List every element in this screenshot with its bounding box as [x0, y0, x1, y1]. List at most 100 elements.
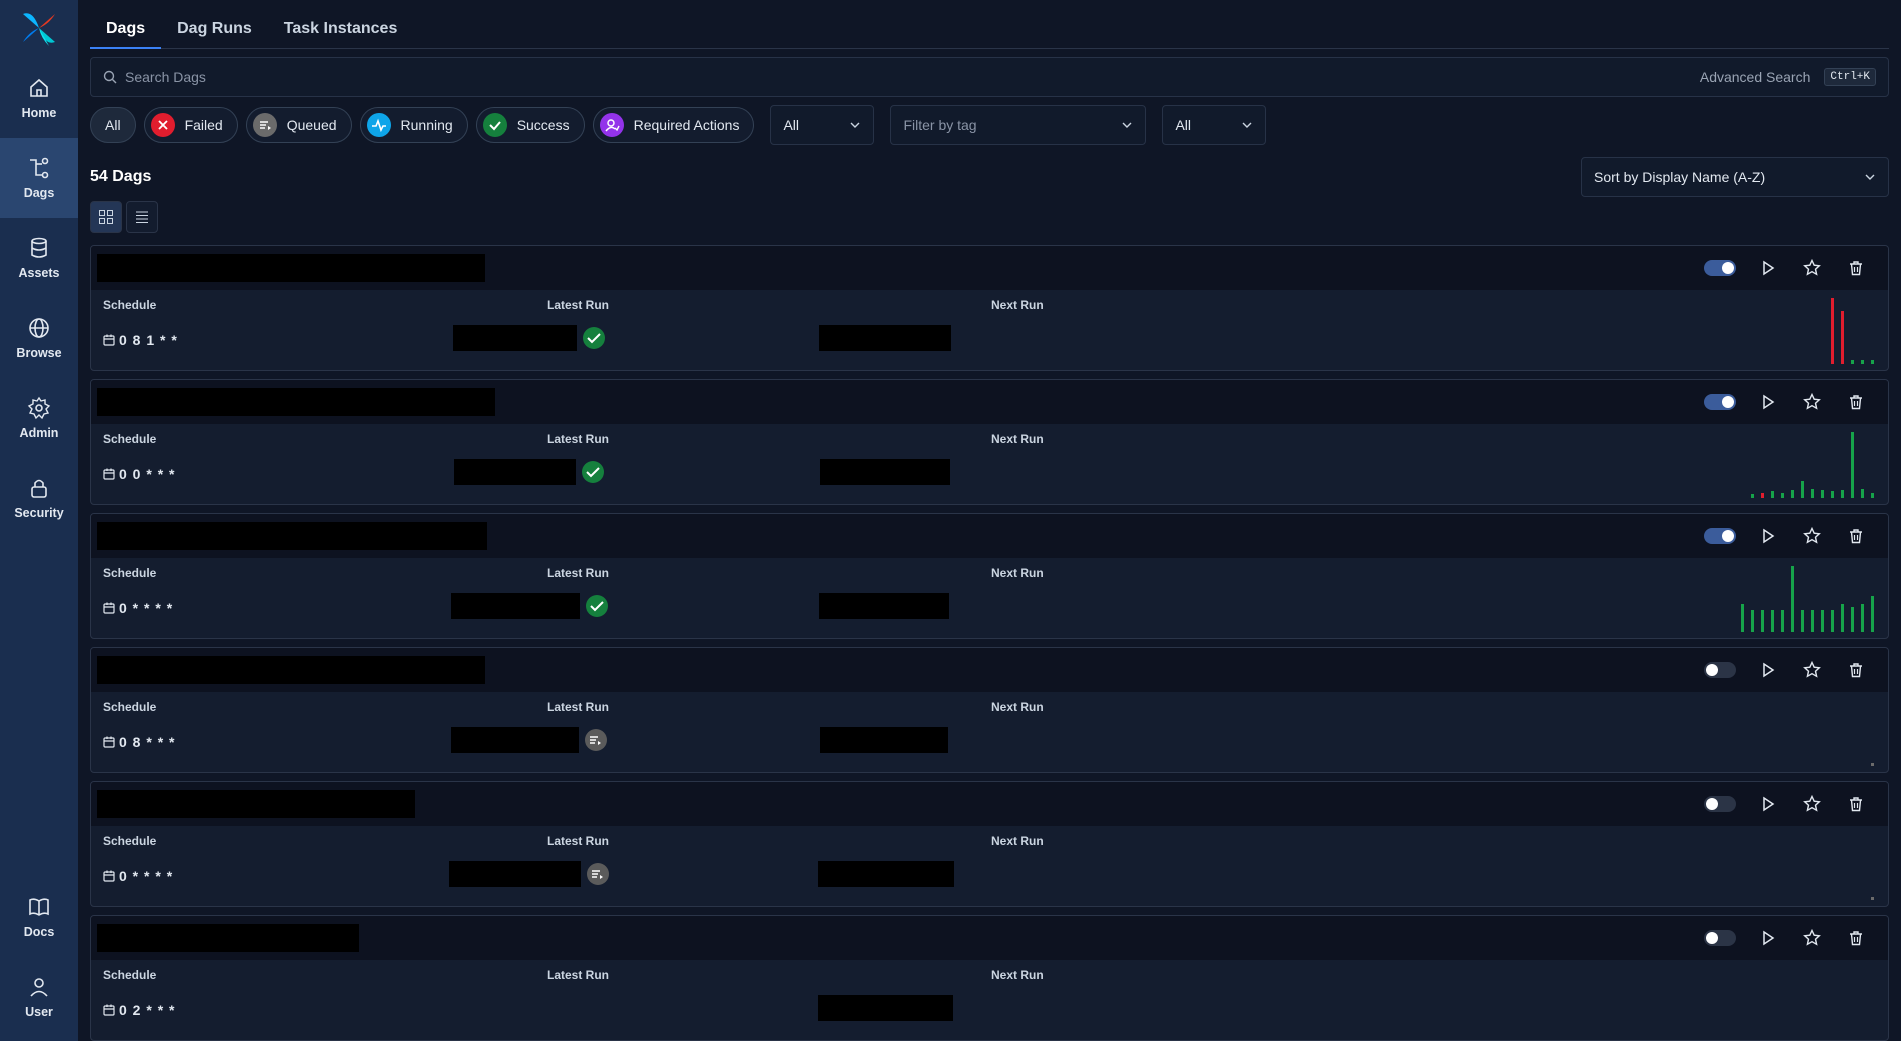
delete-button[interactable]: [1844, 792, 1868, 816]
tag-filter[interactable]: Filter by tag: [890, 105, 1147, 145]
favorite-button[interactable]: [1800, 390, 1824, 414]
favorite-button[interactable]: [1800, 792, 1824, 816]
redacted-next-run[interactable]: [818, 995, 953, 1021]
sidebar-item-docs[interactable]: Docs: [0, 877, 78, 957]
redacted-dag-name[interactable]: [97, 656, 485, 684]
pause-toggle[interactable]: [1704, 662, 1736, 678]
redacted-dag-name[interactable]: [97, 254, 485, 282]
redacted-next-run[interactable]: [820, 459, 950, 485]
favorite-button[interactable]: [1800, 926, 1824, 950]
run-bar[interactable]: [1861, 489, 1864, 498]
redacted-dag-name[interactable]: [97, 924, 359, 952]
run-bar[interactable]: [1741, 604, 1744, 632]
trigger-button[interactable]: [1756, 792, 1780, 816]
run-bar[interactable]: [1751, 610, 1754, 632]
redacted-latest-run[interactable]: [449, 861, 581, 887]
delete-button[interactable]: [1844, 390, 1868, 414]
run-bar[interactable]: [1841, 311, 1844, 364]
run-bar[interactable]: [1801, 610, 1804, 632]
tab-dag-runs[interactable]: Dag Runs: [161, 20, 268, 48]
run-bar[interactable]: [1861, 604, 1864, 632]
run-bar[interactable]: [1771, 610, 1774, 632]
run-bar[interactable]: [1791, 566, 1794, 632]
sidebar-item-admin[interactable]: Admin: [0, 378, 78, 458]
pause-toggle[interactable]: [1704, 394, 1736, 410]
redacted-next-run[interactable]: [820, 727, 948, 753]
filter-running[interactable]: Running: [359, 107, 468, 143]
redacted-next-run[interactable]: [819, 325, 951, 351]
card-view-button[interactable]: [90, 201, 122, 233]
pause-toggle[interactable]: [1704, 260, 1736, 276]
run-bar[interactable]: [1811, 610, 1814, 632]
run-bar[interactable]: [1791, 490, 1794, 498]
run-bar[interactable]: [1831, 298, 1834, 364]
sidebar-item-security[interactable]: Security: [0, 458, 78, 538]
redacted-dag-name[interactable]: [97, 388, 495, 416]
run-bar[interactable]: [1811, 489, 1814, 498]
run-bar[interactable]: [1781, 493, 1784, 498]
run-bar[interactable]: [1841, 490, 1844, 498]
sidebar-item-assets[interactable]: Assets: [0, 218, 78, 298]
run-bar[interactable]: [1801, 481, 1804, 498]
run-bar[interactable]: [1851, 607, 1854, 632]
redacted-latest-run[interactable]: [453, 325, 577, 351]
filter-success[interactable]: Success: [475, 107, 585, 143]
run-bar[interactable]: [1771, 491, 1774, 498]
redacted-latest-run[interactable]: [451, 593, 580, 619]
filter-all[interactable]: All: [90, 107, 136, 143]
redacted-latest-run[interactable]: [451, 727, 579, 753]
run-bar[interactable]: [1871, 763, 1874, 766]
sidebar-item-dags[interactable]: Dags: [0, 138, 78, 218]
filter-queued[interactable]: Queued: [245, 107, 352, 143]
run-bar[interactable]: [1851, 360, 1854, 364]
run-bar[interactable]: [1761, 610, 1764, 632]
redacted-dag-name[interactable]: [97, 790, 415, 818]
run-bar[interactable]: [1751, 494, 1754, 498]
favorite-button[interactable]: [1800, 524, 1824, 548]
sort-select[interactable]: Sort by Display Name (A-Z): [1581, 157, 1889, 197]
run-bar[interactable]: [1831, 491, 1834, 498]
run-bar[interactable]: [1861, 360, 1864, 364]
state-select[interactable]: All: [770, 105, 875, 145]
favorite-button[interactable]: [1800, 658, 1824, 682]
trigger-button[interactable]: [1756, 390, 1780, 414]
airflow-logo[interactable]: [19, 8, 59, 48]
sidebar-item-user[interactable]: User: [0, 957, 78, 1037]
run-bar[interactable]: [1761, 493, 1764, 498]
delete-button[interactable]: [1844, 658, 1868, 682]
trigger-button[interactable]: [1756, 926, 1780, 950]
run-bar[interactable]: [1851, 432, 1854, 498]
run-bar[interactable]: [1821, 490, 1824, 498]
run-bar[interactable]: [1871, 493, 1874, 498]
run-bar[interactable]: [1781, 610, 1784, 632]
pause-toggle[interactable]: [1704, 930, 1736, 946]
pause-toggle[interactable]: [1704, 528, 1736, 544]
delete-button[interactable]: [1844, 524, 1868, 548]
run-bar[interactable]: [1871, 897, 1874, 900]
list-view-button[interactable]: [126, 201, 158, 233]
advanced-search-link[interactable]: Advanced Search: [1700, 69, 1811, 85]
tab-dags[interactable]: Dags: [90, 20, 162, 49]
redacted-next-run[interactable]: [819, 593, 949, 619]
run-bar[interactable]: [1871, 360, 1874, 364]
filter-required-actions[interactable]: Required Actions: [592, 107, 755, 143]
redacted-next-run[interactable]: [818, 861, 954, 887]
trigger-button[interactable]: [1756, 256, 1780, 280]
run-bar[interactable]: [1821, 610, 1824, 632]
trigger-button[interactable]: [1756, 658, 1780, 682]
run-bar[interactable]: [1841, 604, 1844, 632]
run-bar[interactable]: [1831, 610, 1834, 632]
favorite-button[interactable]: [1800, 256, 1824, 280]
trigger-button[interactable]: [1756, 524, 1780, 548]
redacted-latest-run[interactable]: [454, 459, 576, 485]
search-input[interactable]: [125, 69, 1700, 85]
tag-mode-select[interactable]: All: [1162, 105, 1267, 145]
run-bar[interactable]: [1871, 596, 1874, 632]
delete-button[interactable]: [1844, 926, 1868, 950]
filter-failed[interactable]: Failed: [143, 107, 238, 143]
tab-task-instances[interactable]: Task Instances: [268, 20, 414, 48]
sidebar-item-home[interactable]: Home: [0, 58, 78, 138]
redacted-dag-name[interactable]: [97, 522, 487, 550]
delete-button[interactable]: [1844, 256, 1868, 280]
sidebar-item-browse[interactable]: Browse: [0, 298, 78, 378]
